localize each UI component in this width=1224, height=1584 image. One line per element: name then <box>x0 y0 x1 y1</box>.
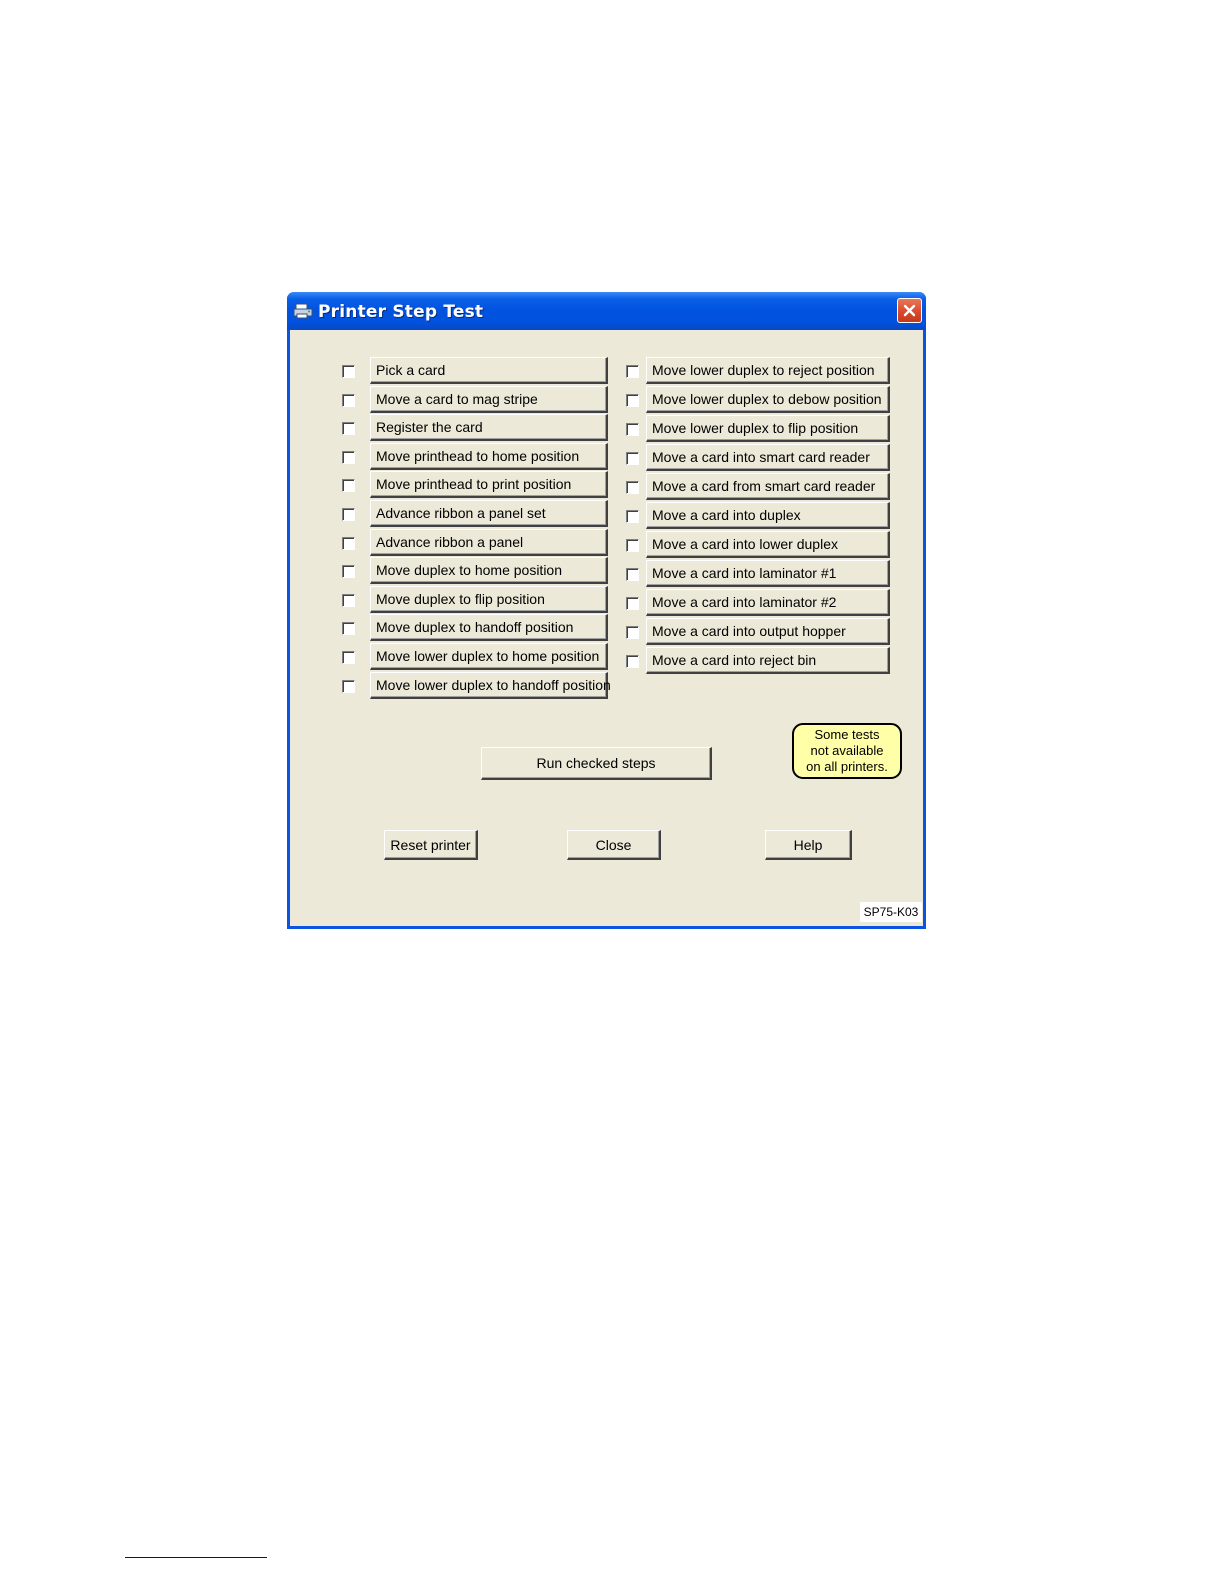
step-checkbox[interactable] <box>626 365 639 378</box>
step-button[interactable]: Move printhead to print position <box>370 471 608 498</box>
step-button[interactable]: Move a card into laminator #2 <box>646 589 890 616</box>
figure-id-label: SP75-K03 <box>860 902 922 922</box>
run-checked-steps-button[interactable]: Run checked steps <box>481 747 712 780</box>
step-button[interactable]: Move lower duplex to handoff position <box>370 672 611 699</box>
step-checkbox[interactable] <box>626 568 639 581</box>
step-checkbox[interactable] <box>626 481 639 494</box>
step-button[interactable]: Move a card into reject bin <box>646 647 890 674</box>
step-button[interactable]: Advance ribbon a panel <box>370 529 608 556</box>
step-checkbox[interactable] <box>342 565 355 578</box>
step-button[interactable]: Move lower duplex to reject position <box>646 357 890 384</box>
step-checkbox[interactable] <box>342 394 355 407</box>
step-checkbox[interactable] <box>626 539 639 552</box>
step-checkbox[interactable] <box>342 594 355 607</box>
step-checkbox[interactable] <box>342 479 355 492</box>
step-button[interactable]: Move a card to mag stripe <box>370 386 608 413</box>
step-button[interactable]: Move a card into duplex <box>646 502 890 529</box>
step-button[interactable]: Move a card from smart card reader <box>646 473 890 500</box>
step-button[interactable]: Pick a card <box>370 357 608 384</box>
printer-step-test-window: Printer Step Test Pick a card Move a card… <box>287 292 926 929</box>
note-line: Some tests <box>814 727 880 742</box>
step-checkbox[interactable] <box>342 422 355 435</box>
step-checkbox[interactable] <box>342 622 355 635</box>
step-checkbox[interactable] <box>626 452 639 465</box>
step-checkbox[interactable] <box>342 365 355 378</box>
step-button[interactable]: Move a card into smart card reader <box>646 444 890 471</box>
step-checkbox[interactable] <box>626 655 639 668</box>
step-button[interactable]: Register the card <box>370 414 608 441</box>
step-button[interactable]: Move a card into laminator #1 <box>646 560 890 587</box>
window-title: Printer Step Test <box>318 302 484 322</box>
step-button[interactable]: Move duplex to flip position <box>370 586 608 613</box>
step-button[interactable]: Move a card into lower duplex <box>646 531 890 558</box>
step-button[interactable]: Move a card into output hopper <box>646 618 890 645</box>
step-checkbox[interactable] <box>342 680 355 693</box>
printer-icon <box>293 303 313 319</box>
help-button[interactable]: Help <box>765 830 852 860</box>
step-button[interactable]: Move duplex to handoff position <box>370 614 608 641</box>
step-button[interactable]: Move printhead to home position <box>370 443 608 470</box>
close-window-button[interactable] <box>897 298 922 323</box>
footnote-rule <box>125 1557 267 1558</box>
step-checkbox[interactable] <box>342 537 355 550</box>
step-checkbox[interactable] <box>626 510 639 523</box>
step-checkbox[interactable] <box>626 394 639 407</box>
step-checkbox[interactable] <box>626 626 639 639</box>
step-checkbox[interactable] <box>342 508 355 521</box>
step-button[interactable]: Move lower duplex to debow position <box>646 386 890 413</box>
reset-printer-button[interactable]: Reset printer <box>384 830 478 860</box>
step-checkbox[interactable] <box>626 597 639 610</box>
availability-note: Some tests not available on all printers… <box>792 723 902 779</box>
close-button[interactable]: Close <box>567 830 661 860</box>
step-button[interactable]: Move lower duplex to home position <box>370 643 608 670</box>
note-line: on all printers. <box>806 759 888 774</box>
step-button[interactable]: Move lower duplex to flip position <box>646 415 890 442</box>
title-bar[interactable]: Printer Step Test <box>287 292 926 330</box>
step-checkbox[interactable] <box>626 423 639 436</box>
close-icon <box>903 304 916 317</box>
step-button[interactable]: Move duplex to home position <box>370 557 608 584</box>
note-line: not available <box>810 743 884 758</box>
step-button[interactable]: Advance ribbon a panel set <box>370 500 608 527</box>
step-checkbox[interactable] <box>342 651 355 664</box>
step-checkbox[interactable] <box>342 451 355 464</box>
